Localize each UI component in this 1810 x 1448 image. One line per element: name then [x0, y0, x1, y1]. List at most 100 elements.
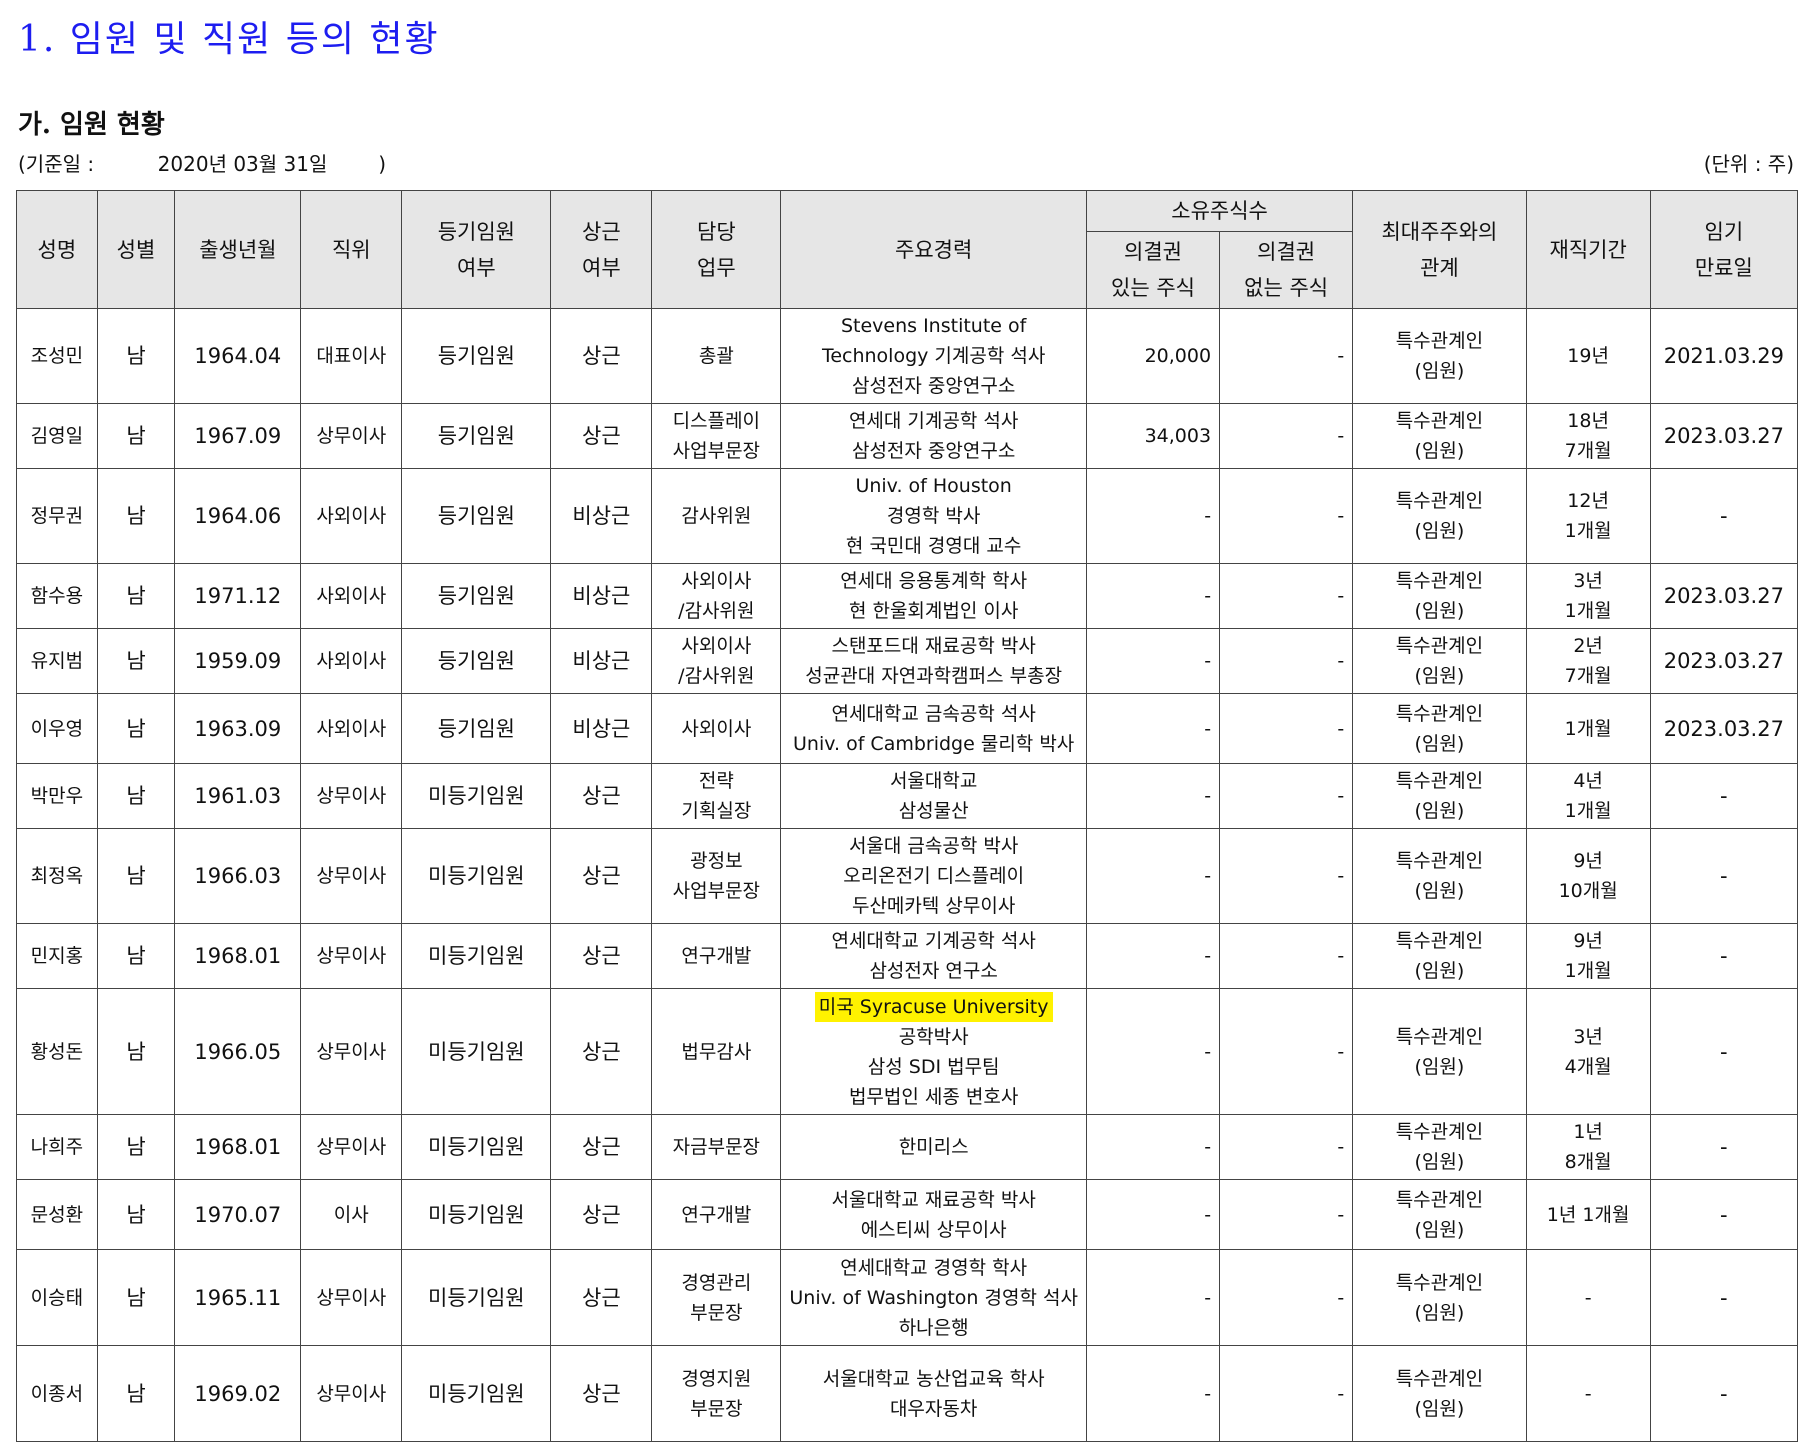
cell-registered: 미등기임원 [401, 1179, 552, 1250]
cell-term-end: 2023.03.27 [1649, 403, 1799, 469]
cell-relation: 특수관계인 (임원) [1352, 468, 1527, 564]
cell-voting-shares: - [1085, 563, 1221, 629]
cell-term-end: - [1649, 923, 1799, 989]
cell-fulltime: 상근 [550, 1249, 653, 1346]
cell-gender: 남 [96, 628, 176, 694]
cell-relation: 특수관계인 (임원) [1352, 308, 1527, 404]
cell-duty: 경영관리 부문장 [651, 1249, 782, 1346]
cell-career: 연세대학교 기계공학 석사 삼성전자 연구소 [780, 923, 1087, 989]
cell-fulltime: 상근 [550, 763, 653, 829]
cell-position: 상무이사 [300, 403, 403, 469]
cell-career: 서울대학교 삼성물산 [780, 763, 1087, 829]
cell-relation: 특수관계인 (임원) [1352, 763, 1527, 829]
cell-fulltime: 상근 [550, 308, 653, 404]
cell-relation: 특수관계인 (임원) [1352, 1114, 1527, 1180]
cell-career: 연세대 기계공학 석사 삼성전자 중앙연구소 [780, 403, 1087, 469]
header-birth: 출생년월 [174, 190, 302, 309]
cell-voting-shares: - [1085, 828, 1221, 924]
cell-fulltime: 상근 [550, 1114, 653, 1180]
cell-birth: 1971.12 [174, 563, 302, 629]
table-row: 이우영 남 1963.09 사외이사 등기임원 비상근 사외이사 연세대학교 금속공학 석사 U… [16, 693, 1799, 764]
cell-birth: 1965.11 [174, 1249, 302, 1346]
cell-duty: 디스플레이 사업부문장 [651, 403, 782, 469]
cell-duty: 연구개발 [651, 1179, 782, 1250]
cell-name: 조성민 [16, 308, 98, 404]
cell-position: 상무이사 [300, 763, 403, 829]
cell-gender: 남 [96, 763, 176, 829]
cell-tenure: 18년 7개월 [1525, 403, 1651, 469]
cell-nonvoting-shares: - [1219, 1345, 1354, 1442]
cell-registered: 등기임원 [401, 628, 552, 694]
cell-tenure: 2년 7개월 [1525, 628, 1651, 694]
cell-birth: 1968.01 [174, 1114, 302, 1180]
table-row: 민지홍 남 1968.01 상무이사 미등기임원 상근 연구개발 연세대학교 기계공학 석사 삼… [16, 923, 1799, 989]
table-row: 정무권 남 1964.06 사외이사 등기임원 비상근 감사위원 Univ. of Houst… [16, 468, 1799, 564]
cell-career: 스탠포드대 재료공학 박사 성균관대 자연과학캠퍼스 부총장 [780, 628, 1087, 694]
cell-voting-shares: - [1085, 1345, 1221, 1442]
cell-name: 민지홍 [16, 923, 98, 989]
base-date: (기준일 : 2020년 03월 31일 ) [18, 152, 387, 176]
cell-term-end: - [1649, 468, 1799, 564]
cell-voting-shares: - [1085, 628, 1221, 694]
cell-name: 문성환 [16, 1179, 98, 1250]
cell-relation: 특수관계인 (임원) [1352, 628, 1527, 694]
table-row: 함수용 남 1971.12 사외이사 등기임원 비상근 사외이사/감사위원 연세대 응용통계학… [16, 563, 1799, 629]
cell-position: 상무이사 [300, 988, 403, 1115]
cell-birth: 1968.01 [174, 923, 302, 989]
cell-fulltime: 상근 [550, 923, 653, 989]
cell-birth: 1964.04 [174, 308, 302, 404]
cell-nonvoting-shares: - [1219, 1179, 1354, 1250]
cell-career: 서울대 금속공학 박사 오리온전기 디스플레이 두산메카텍 상무이사 [780, 828, 1087, 924]
cell-term-end: - [1649, 1345, 1799, 1442]
cell-duty: 법무감사 [651, 988, 782, 1115]
cell-voting-shares: - [1085, 1179, 1221, 1250]
cell-term-end: - [1649, 1249, 1799, 1346]
unit-label: (단위 : 주) [1703, 152, 1794, 176]
cell-voting-shares: - [1085, 923, 1221, 989]
cell-fulltime: 비상근 [550, 693, 653, 764]
cell-birth: 1963.09 [174, 693, 302, 764]
header-position: 직위 [300, 190, 403, 309]
cell-tenure: 9년 1개월 [1525, 923, 1651, 989]
cell-registered: 등기임원 [401, 693, 552, 764]
cell-career: 서울대학교 재료공학 박사 에스티씨 상무이사 [780, 1179, 1087, 1250]
cell-relation: 특수관계인 (임원) [1352, 403, 1527, 469]
executive-table: 성명 성별 출생년월 직위 등기임원 여부 상근 여부 담당 업무 주요경력 소유주식… [16, 190, 1799, 1442]
cell-nonvoting-shares: - [1219, 828, 1354, 924]
header-tenure: 재직기간 [1525, 190, 1651, 309]
cell-gender: 남 [96, 693, 176, 764]
cell-relation: 특수관계인 (임원) [1352, 988, 1527, 1115]
cell-relation: 특수관계인 (임원) [1352, 693, 1527, 764]
cell-duty: 사외이사/감사위원 [651, 563, 782, 629]
header-nonvoting: 의결권 없는 주식 [1219, 231, 1354, 309]
cell-gender: 남 [96, 1114, 176, 1180]
cell-career: 연세대학교 금속공학 석사 Univ. of Cambridge 물리학 박사 [780, 693, 1087, 764]
cell-nonvoting-shares: - [1219, 563, 1354, 629]
table-row: 이종서 남 1969.02 상무이사 미등기임원 상근 경영지원 부문장 서울대학교 농산업교육… [16, 1345, 1799, 1442]
cell-voting-shares: - [1085, 988, 1221, 1115]
cell-registered: 등기임원 [401, 308, 552, 404]
section-title: 가. 임원 현황 [18, 110, 165, 140]
cell-nonvoting-shares: - [1219, 763, 1354, 829]
table-row: 박만우 남 1961.03 상무이사 미등기임원 상근 전략 기획실장 서울대학교 삼성물산 - - 특… [16, 763, 1799, 829]
cell-tenure: 9년 10개월 [1525, 828, 1651, 924]
header-relation: 최대주주와의 관계 [1352, 190, 1527, 309]
cell-registered: 미등기임원 [401, 1249, 552, 1346]
cell-name: 최정옥 [16, 828, 98, 924]
cell-nonvoting-shares: - [1219, 403, 1354, 469]
header-duty: 담당 업무 [651, 190, 782, 309]
cell-nonvoting-shares: - [1219, 693, 1354, 764]
cell-relation: 특수관계인 (임원) [1352, 923, 1527, 989]
cell-term-end: - [1649, 1114, 1799, 1180]
cell-relation: 특수관계인 (임원) [1352, 563, 1527, 629]
cell-career: 연세대 응용통계학 학사 현 한울회계법인 이사 [780, 563, 1087, 629]
cell-name: 유지범 [16, 628, 98, 694]
table-row: 김영일 남 1967.09 상무이사 등기임원 상근 디스플레이 사업부문장 연세대 기계공학 … [16, 403, 1799, 469]
cell-tenure: - [1525, 1345, 1651, 1442]
cell-term-end: 2023.03.27 [1649, 693, 1799, 764]
header-fulltime: 상근 여부 [550, 190, 653, 309]
cell-tenure: 1년 1개월 [1525, 1179, 1651, 1250]
table-row: 이승태 남 1965.11 상무이사 미등기임원 상근 경영관리 부문장 연세대학교 경영학 학… [16, 1249, 1799, 1346]
cell-duty: 전략 기획실장 [651, 763, 782, 829]
cell-birth: 1961.03 [174, 763, 302, 829]
